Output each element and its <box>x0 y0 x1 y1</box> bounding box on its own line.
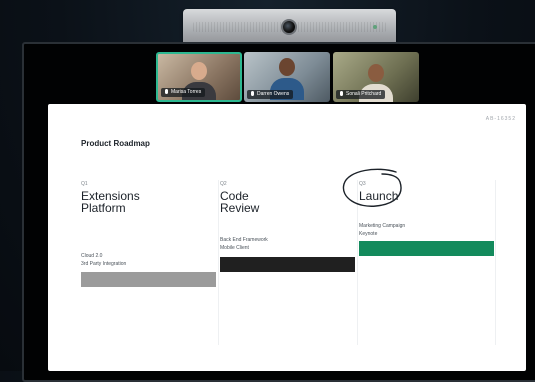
camera-lens-icon <box>281 19 297 35</box>
participant-name-tag: Marisa Torres <box>161 88 206 97</box>
column-quarter-label: Q2 <box>220 181 227 187</box>
timeline-bar[interactable] <box>220 257 355 272</box>
video-tile-active-speaker[interactable]: Marisa Torres <box>156 52 242 102</box>
participant-name: Sonali Pritchard <box>346 91 382 97</box>
video-tile[interactable]: Sonali Pritchard <box>333 52 419 102</box>
status-led <box>373 25 377 29</box>
participant-name-tag: Darren Owens <box>247 90 294 99</box>
microphone-icon <box>251 91 254 96</box>
board-id: AB-16352 <box>485 116 516 122</box>
column-items: Marketing Campaign Keynote <box>359 223 406 237</box>
participant-name: Darren Owens <box>257 91 290 97</box>
column-heading: Extensions Platform <box>81 189 140 215</box>
column-divider <box>495 180 496 345</box>
participant-name-tag: Sonali Pritchard <box>336 90 386 99</box>
column-divider <box>218 180 219 345</box>
video-tile[interactable]: Darren Owens <box>244 52 330 102</box>
column-items: Back End Framework Mobile Client <box>220 237 268 251</box>
board-title: Product Roadmap <box>81 139 150 148</box>
column-quarter-label: Q1 <box>81 181 88 187</box>
participant-name: Marisa Torres <box>171 89 202 95</box>
handwritten-circle-annotation <box>342 168 402 207</box>
whiteboard[interactable]: AB-16352 Product Roadmap Q1 Extensions P… <box>48 104 526 371</box>
timeline-bar[interactable] <box>81 272 216 287</box>
column-heading: Code Review <box>220 189 260 215</box>
column-items: Cloud 2.0 3rd Party Integration <box>81 253 127 267</box>
camera-device <box>183 9 396 46</box>
microphone-icon <box>165 89 168 94</box>
roadmap-column-q2: Q2 Code Review <box>220 181 356 214</box>
timeline-bar[interactable] <box>359 241 494 256</box>
roadmap-column-q1: Q1 Extensions Platform <box>81 181 217 214</box>
microphone-icon <box>340 91 343 96</box>
